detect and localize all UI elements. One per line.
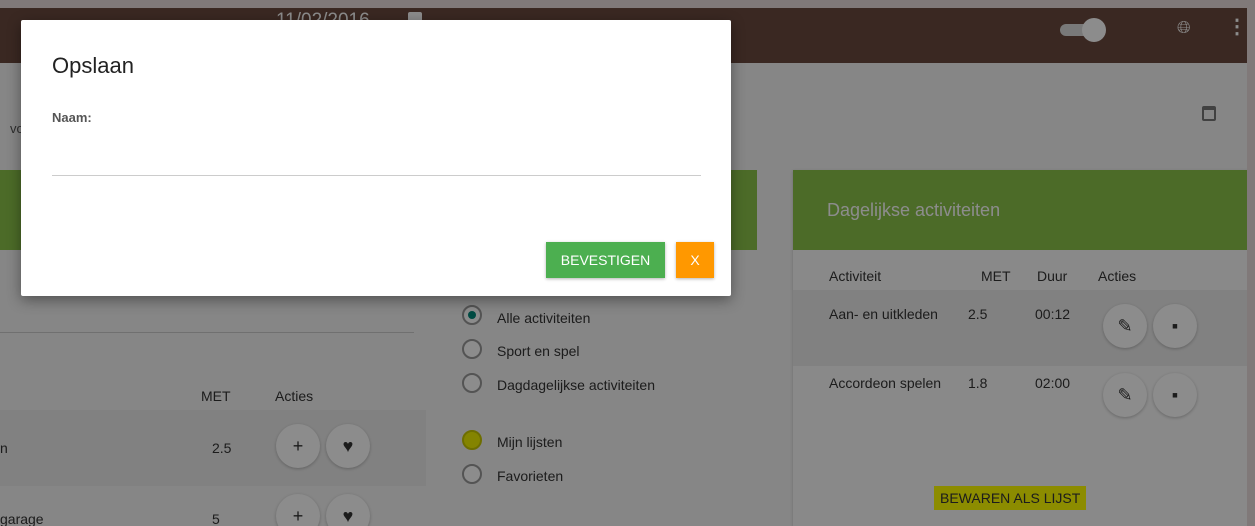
confirm-button[interactable]: BEVESTIGEN [546, 242, 665, 278]
name-input[interactable] [52, 145, 701, 176]
close-button[interactable]: X [676, 242, 714, 278]
save-dialog: Opslaan Naam: BEVESTIGEN X [21, 20, 731, 296]
dialog-title: Opslaan [52, 53, 134, 78]
name-label: Naam: [52, 110, 92, 125]
